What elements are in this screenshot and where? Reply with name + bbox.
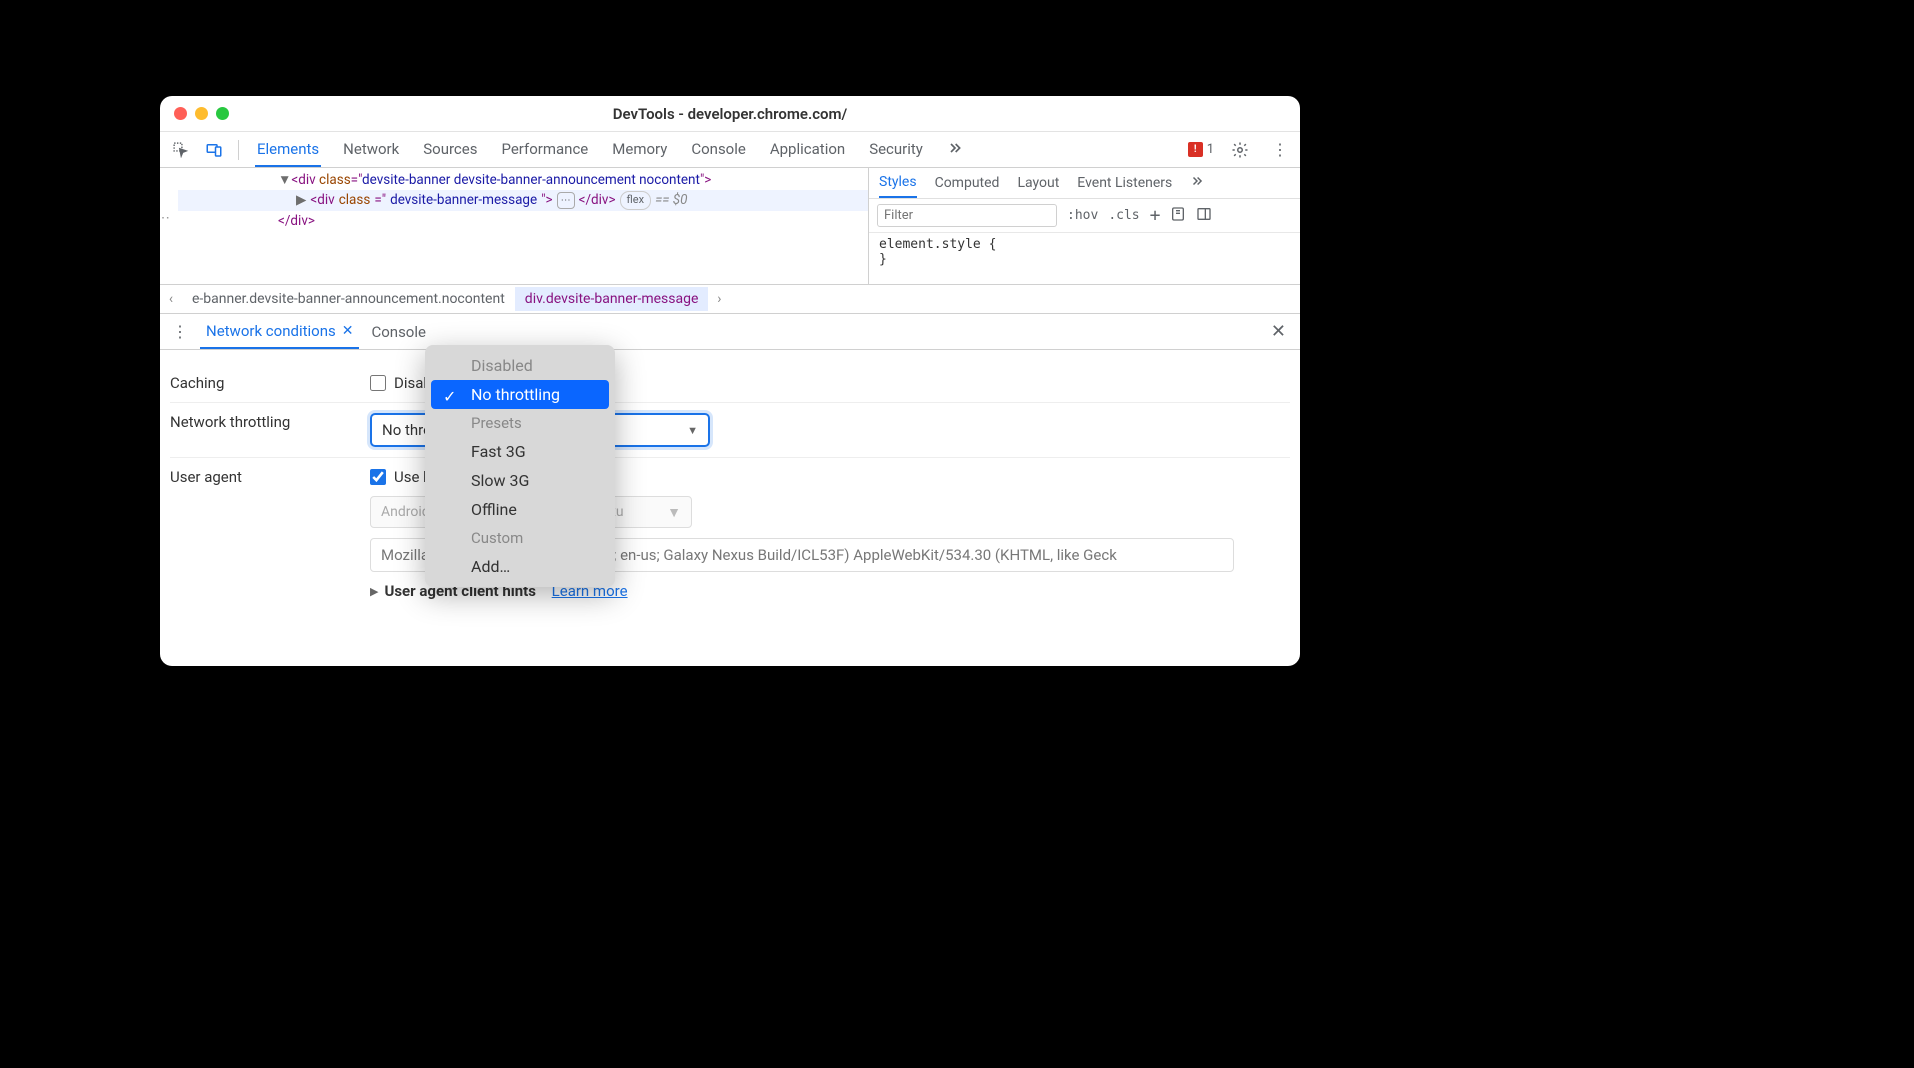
styles-tabs: Styles Computed Layout Event Listeners: [869, 168, 1300, 199]
dom-line-1[interactable]: ▼<div class="devsite-banner devsite-bann…: [178, 170, 868, 190]
dd-presets-header: Presets: [431, 409, 609, 437]
dom-line-2[interactable]: ▶<div class="devsite-banner-message"> ⋯ …: [178, 190, 868, 210]
breadcrumb-prev-icon[interactable]: ‹: [160, 291, 182, 307]
throttling-dropdown: Disabled ✓ No throttling Presets Fast 3G…: [425, 345, 615, 587]
dd-add[interactable]: Add…: [431, 552, 609, 581]
dd-custom-header: Custom: [431, 524, 609, 552]
devtools-window: DevTools - developer.chrome.com/ Element…: [160, 96, 1300, 666]
breadcrumb-next-icon[interactable]: ›: [708, 291, 730, 307]
tabs-overflow-icon[interactable]: [945, 133, 965, 167]
drawer-close-icon[interactable]: ✕: [1263, 321, 1294, 342]
tab-memory[interactable]: Memory: [610, 133, 669, 167]
dd-offline[interactable]: Offline: [431, 495, 609, 524]
close-window-button[interactable]: [174, 107, 187, 120]
network-conditions-panel: Caching Disable cache Network throttling…: [160, 350, 1300, 624]
dom-row-actions-icon[interactable]: ⋯: [160, 208, 171, 229]
throttling-label: Network throttling: [170, 413, 370, 431]
tab-elements[interactable]: Elements: [255, 133, 321, 167]
dom-line-3[interactable]: </div>: [178, 211, 868, 231]
dom-tree[interactable]: ⋯ ▼<div class="devsite-banner devsite-ba…: [160, 168, 868, 284]
main-split: ⋯ ▼<div class="devsite-banner devsite-ba…: [160, 168, 1300, 284]
minimize-window-button[interactable]: [195, 107, 208, 120]
check-icon: ✓: [443, 387, 456, 406]
breadcrumb: ‹ e-banner.devsite-banner-announcement.n…: [160, 284, 1300, 314]
error-icon: !: [1188, 142, 1203, 157]
user-agent-row: User agent Use browser default Android (…: [170, 458, 1290, 610]
collapsed-icon[interactable]: ⋯: [557, 192, 575, 209]
chevron-down-icon: ▼: [667, 504, 681, 521]
tab-sources[interactable]: Sources: [421, 133, 479, 167]
throttling-row: Network throttling No throttling ▼: [170, 403, 1290, 458]
styles-body[interactable]: element.style { }: [869, 233, 1300, 271]
more-icon[interactable]: ⋮: [1266, 136, 1294, 164]
device-hints-icon[interactable]: [1170, 206, 1186, 226]
dd-fast-3g[interactable]: Fast 3G: [431, 437, 609, 466]
drawer-tabs: ⋮ Network conditions ✕ Console ✕: [160, 314, 1300, 350]
toggle-sidebar-icon[interactable]: [1196, 206, 1212, 226]
caching-row: Caching Disable cache: [170, 364, 1290, 403]
styles-tab-layout[interactable]: Layout: [1017, 175, 1059, 197]
styles-tabs-overflow-icon[interactable]: [1190, 174, 1204, 198]
dd-slow-3g[interactable]: Slow 3G: [431, 466, 609, 495]
styles-toolbar: :hov .cls +: [869, 199, 1300, 233]
selected-ref: == $0: [655, 190, 687, 210]
settings-icon[interactable]: [1226, 136, 1254, 164]
errors-badge[interactable]: ! 1: [1188, 142, 1214, 157]
window-title: DevTools - developer.chrome.com/: [613, 105, 848, 123]
styles-tab-event-listeners[interactable]: Event Listeners: [1077, 175, 1172, 197]
error-count: 1: [1207, 142, 1214, 157]
close-tab-icon[interactable]: ✕: [342, 323, 354, 339]
styles-pane: Styles Computed Layout Event Listeners :…: [868, 168, 1300, 284]
tab-security[interactable]: Security: [867, 133, 925, 167]
styles-tab-styles[interactable]: Styles: [879, 174, 917, 198]
disable-cache-checkbox[interactable]: [370, 375, 386, 391]
cls-toggle[interactable]: .cls: [1108, 208, 1139, 223]
titlebar: DevTools - developer.chrome.com/: [160, 96, 1300, 132]
device-toolbar-icon[interactable]: [200, 136, 228, 164]
maximize-window-button[interactable]: [216, 107, 229, 120]
dd-disabled: Disabled: [431, 351, 609, 380]
tab-console[interactable]: Console: [689, 133, 748, 167]
ua-label: User agent: [170, 468, 370, 486]
divider: [238, 140, 239, 160]
drawer-tab-label: Network conditions: [206, 322, 336, 340]
drawer-tab-console[interactable]: Console: [365, 316, 432, 348]
breadcrumb-item-2[interactable]: div.devsite-banner-message: [515, 287, 709, 311]
tab-performance[interactable]: Performance: [499, 133, 590, 167]
ua-default-checkbox[interactable]: [370, 469, 386, 485]
dd-no-throttling[interactable]: ✓ No throttling: [431, 380, 609, 409]
chevron-down-icon: ▼: [687, 424, 698, 437]
new-rule-icon[interactable]: +: [1150, 205, 1161, 226]
toolbar-right: ! 1 ⋮: [1188, 136, 1294, 164]
breadcrumb-item-1[interactable]: e-banner.devsite-banner-announcement.noc…: [182, 287, 515, 311]
inspect-element-icon[interactable]: [166, 136, 194, 164]
styles-filter-input[interactable]: [877, 204, 1057, 227]
caching-label: Caching: [170, 374, 370, 392]
tab-network[interactable]: Network: [341, 133, 401, 167]
styles-tab-computed[interactable]: Computed: [935, 175, 1000, 197]
window-controls: [174, 107, 229, 120]
main-toolbar: Elements Network Sources Performance Mem…: [160, 132, 1300, 168]
tab-application[interactable]: Application: [768, 133, 847, 167]
flex-badge[interactable]: flex: [620, 191, 652, 210]
drawer-menu-icon[interactable]: ⋮: [166, 318, 194, 346]
hov-toggle[interactable]: :hov: [1067, 208, 1098, 223]
main-tabs: Elements Network Sources Performance Mem…: [255, 133, 965, 167]
expand-icon: ▶: [370, 585, 378, 598]
drawer-tab-network-conditions[interactable]: Network conditions ✕: [200, 315, 359, 349]
